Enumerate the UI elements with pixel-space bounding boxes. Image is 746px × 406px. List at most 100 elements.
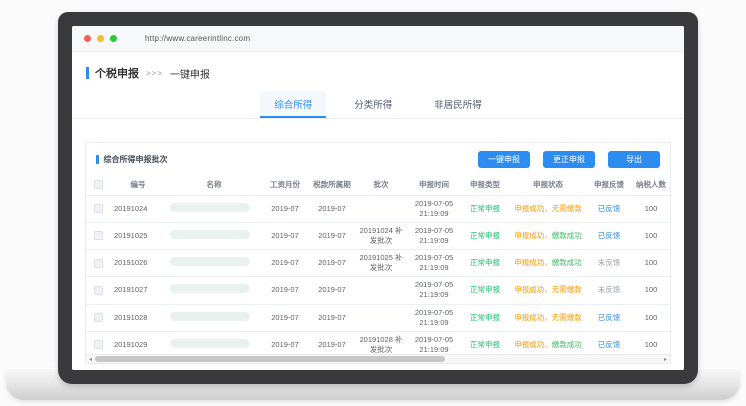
one-click-declare-button[interactable]: 一键申报 (478, 151, 530, 168)
column-header: 申报时间 (406, 175, 462, 195)
cell-declare-status: 申报成功，缴款成功 (508, 250, 588, 277)
cell-salary-month: 2019-07 (262, 222, 308, 249)
cell-feedback: 未反馈 (588, 277, 630, 304)
panel-header: 综合所得申报批次 一键申报 更正申报 导出 (86, 143, 670, 175)
cell-batch-id: 20191026 (110, 250, 166, 277)
cell-batch (356, 304, 406, 331)
cell-tax-period: 2019-07 (308, 195, 356, 222)
page-title: 个税申报 (95, 65, 139, 81)
cell-batch: 20191024 补发批次 (356, 222, 406, 249)
traffic-light-close-icon[interactable] (84, 35, 91, 42)
row-checkbox[interactable] (94, 259, 103, 268)
cell-declare-time: 2019-07-05 21:19:09 (406, 277, 462, 304)
cell-batch-id: 20191025 (110, 222, 166, 249)
horizontal-scrollbar[interactable]: ◂ ▸ (86, 354, 670, 363)
row-checkbox[interactable] (94, 231, 103, 240)
row-checkbox[interactable] (94, 313, 103, 322)
cell-feedback: 已反馈 (588, 195, 630, 222)
cell-taxpayer-count: 100 (630, 222, 670, 249)
cell-declare-type: 正常申报 (462, 304, 508, 331)
column-header: 纳税人数 (630, 175, 670, 195)
tab-classified-income[interactable]: 分类所得 (340, 91, 406, 118)
cell-declare-time: 2019-07-05 21:19:09 (406, 195, 462, 222)
redacted-name-pill (170, 312, 250, 321)
title-accent-bar (86, 67, 89, 79)
scrollbar-thumb[interactable] (95, 356, 445, 362)
traffic-light-zoom-icon[interactable] (110, 35, 117, 42)
cell-batch-id: 20191028 (110, 304, 166, 331)
cell-batch: 20191025 补发批次 (356, 250, 406, 277)
row-checkbox[interactable] (94, 204, 103, 213)
cell-tax-period: 2019-07 (308, 304, 356, 331)
row-checkbox[interactable] (94, 286, 103, 295)
traffic-light-minimize-icon[interactable] (97, 35, 104, 42)
redacted-name-pill (170, 257, 250, 266)
table-row: 20191028 2019-07 2019-07 2019-07-05 21:1… (86, 304, 670, 331)
cell-declare-status: 申报成功，无需缴款 (508, 195, 588, 222)
cell-taxpayer-count: 100 (630, 195, 670, 222)
cell-salary-month: 2019-07 (262, 277, 308, 304)
cell-declare-time: 2019-07-05 21:19:09 (406, 222, 462, 249)
table-row: 20191027 2019-07 2019-07 2019-07-05 21:1… (86, 277, 670, 304)
cell-batch-id: 20191027 (110, 277, 166, 304)
table-row: 20191026 2019-07 2019-07 20191025 补发批次 2… (86, 250, 670, 277)
redacted-name-pill (170, 284, 250, 293)
cell-declare-time: 2019-07-05 21:19:09 (406, 304, 462, 331)
cell-declare-type: 正常申报 (462, 250, 508, 277)
tab-nonresident-income[interactable]: 非居民所得 (420, 91, 496, 118)
cell-feedback: 已反馈 (588, 304, 630, 331)
table-header-row: 编号名称工资月份税款所属期批次申报时间申报类型申报状态申报反馈纳税人数 (86, 175, 670, 195)
table-row: 20191025 2019-07 2019-07 20191024 补发批次 2… (86, 222, 670, 249)
cell-declare-status: 申报成功，无需缴款 (508, 304, 588, 331)
cell-salary-month: 2019-07 (262, 195, 308, 222)
cell-declare-type: 正常申报 (462, 195, 508, 222)
cell-declare-status: 申报成功，无需缴款 (508, 277, 588, 304)
cell-name (166, 277, 262, 304)
tab-comprehensive-income[interactable]: 综合所得 (260, 91, 326, 118)
cell-declare-status: 申报成功，缴款成功 (508, 222, 588, 249)
cell-tax-period: 2019-07 (308, 277, 356, 304)
laptop-bezel: http://www.careerintlinc.com 个税申报 >>> 一键… (58, 12, 698, 384)
table-body: 20191024 2019-07 2019-07 2019-07-05 21:1… (86, 195, 670, 364)
batch-panel: 综合所得申报批次 一键申报 更正申报 导出 (85, 142, 671, 364)
page-content: 个税申报 >>> 一键申报 综合所得 分类所得 非居民所得 综合所得申报批次 (72, 52, 684, 370)
select-all-checkbox[interactable] (94, 180, 103, 189)
cell-batch (356, 277, 406, 304)
panel-accent-bar (96, 155, 99, 164)
correct-declare-button[interactable]: 更正申报 (543, 151, 595, 168)
stage: http://www.careerintlinc.com 个税申报 >>> 一键… (0, 0, 746, 406)
row-checkbox[interactable] (94, 340, 103, 349)
column-header: 编号 (110, 175, 166, 195)
breadcrumb: 个税申报 >>> 一键申报 (72, 52, 684, 87)
column-header: 税款所属期 (308, 175, 356, 195)
browser-toolbar: http://www.careerintlinc.com (72, 26, 684, 52)
batch-table: 编号名称工资月份税款所属期批次申报时间申报类型申报状态申报反馈纳税人数 2019… (86, 175, 670, 364)
cell-name (166, 250, 262, 277)
panel-title: 综合所得申报批次 (104, 154, 168, 165)
cell-taxpayer-count: 100 (630, 304, 670, 331)
cell-taxpayer-count: 100 (630, 250, 670, 277)
cell-feedback: 已反馈 (588, 222, 630, 249)
cell-declare-time: 2019-07-05 21:19:09 (406, 250, 462, 277)
browser-window: http://www.careerintlinc.com 个税申报 >>> 一键… (72, 26, 684, 370)
cell-declare-type: 正常申报 (462, 277, 508, 304)
cell-taxpayer-count: 100 (630, 277, 670, 304)
cell-name (166, 195, 262, 222)
cell-batch-id: 20191024 (110, 195, 166, 222)
column-header: 申报状态 (508, 175, 588, 195)
column-header: 批次 (356, 175, 406, 195)
cell-declare-type: 正常申报 (462, 222, 508, 249)
redacted-name-pill (170, 203, 250, 212)
cell-tax-period: 2019-07 (308, 222, 356, 249)
url-text[interactable]: http://www.careerintlinc.com (145, 34, 250, 43)
cell-salary-month: 2019-07 (262, 250, 308, 277)
column-header: 申报反馈 (588, 175, 630, 195)
cell-tax-period: 2019-07 (308, 250, 356, 277)
export-button[interactable]: 导出 (608, 151, 660, 168)
column-header: 工资月份 (262, 175, 308, 195)
column-header: 名称 (166, 175, 262, 195)
scrollbar-right-arrow-icon[interactable]: ▸ (661, 355, 670, 363)
redacted-name-pill (170, 339, 250, 348)
cell-name (166, 222, 262, 249)
scrollbar-left-arrow-icon[interactable]: ◂ (86, 355, 95, 363)
